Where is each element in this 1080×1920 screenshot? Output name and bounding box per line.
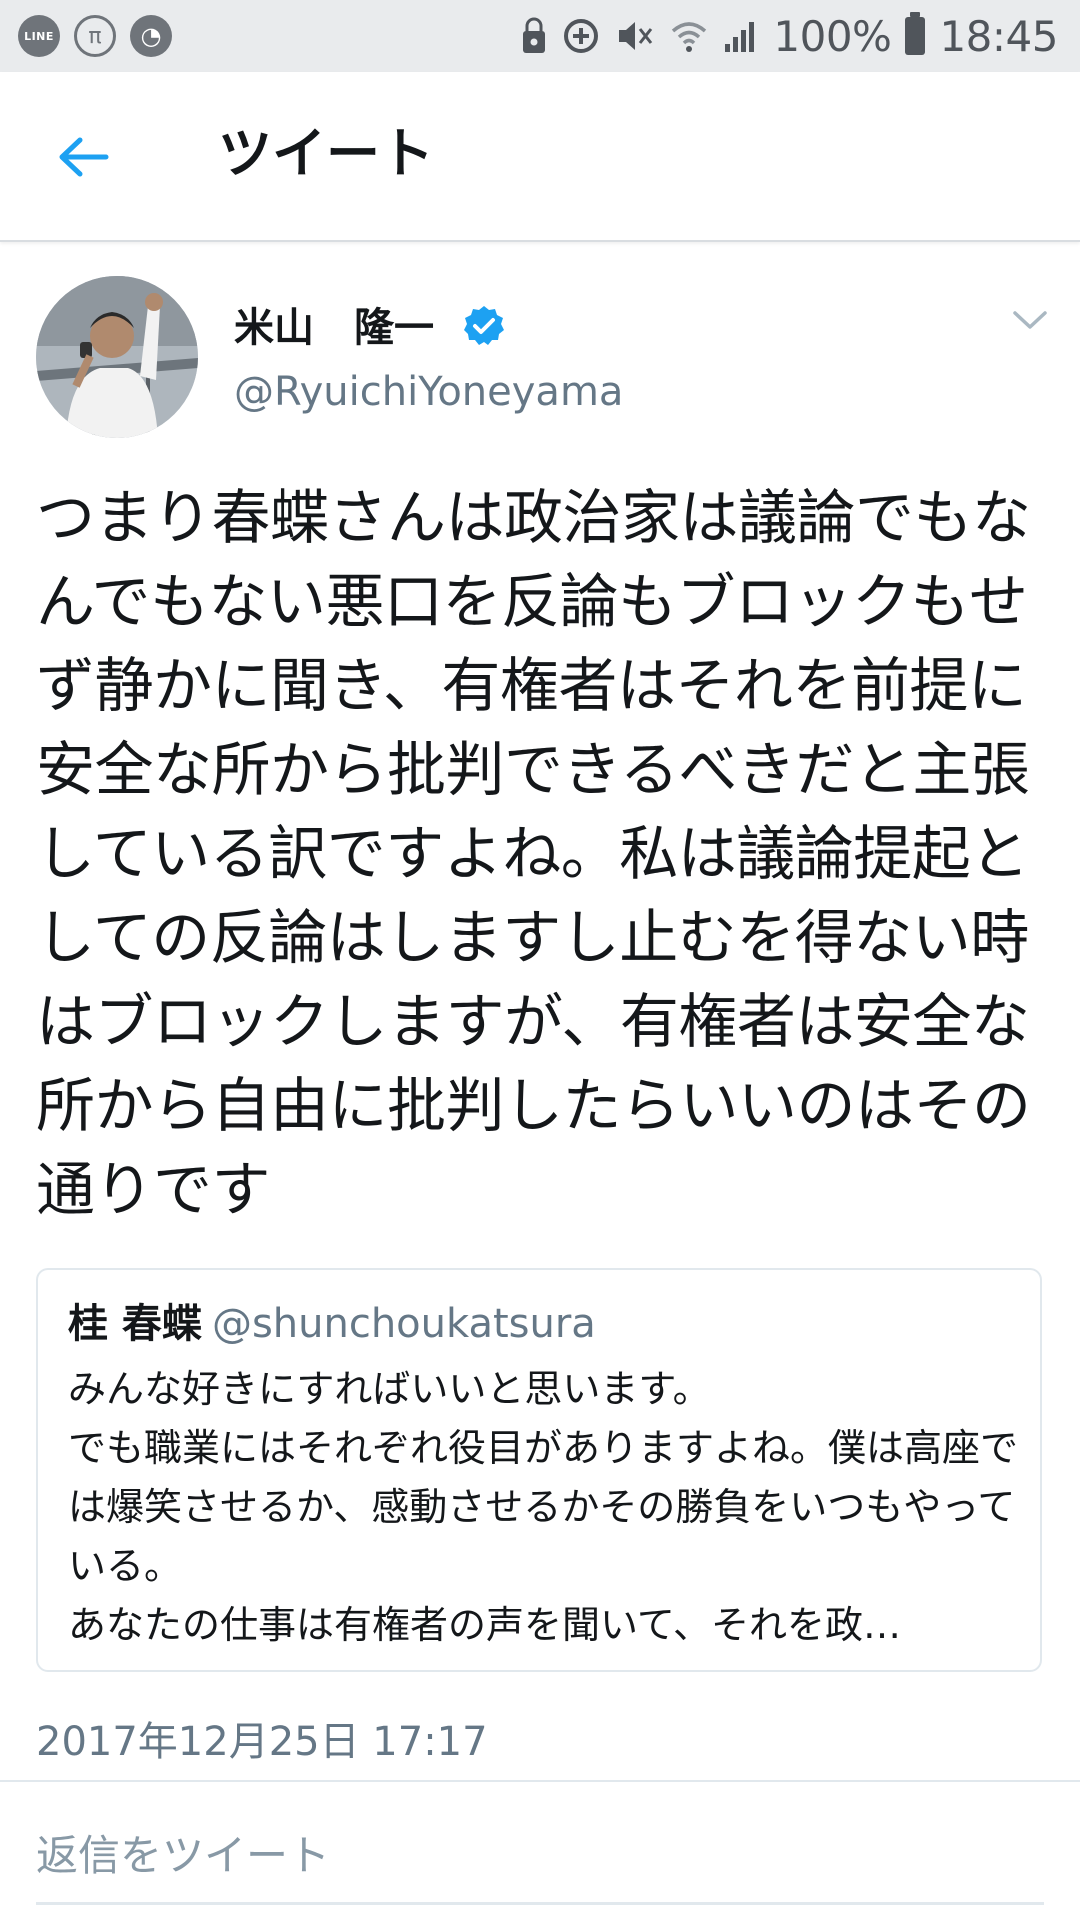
quoted-tweet-card[interactable]: 桂 春蝶 @shunchoukatsura みんな好きにすればいいと思います。 で… xyxy=(36,1268,1042,1672)
quoted-tweet-text: みんな好きにすればいいと思います。 でも職業にはそれぞれ役目がありますよね。僕は… xyxy=(68,1367,1019,1647)
divider xyxy=(0,1780,1080,1782)
quoted-tweet-header: 桂 春蝶 @shunchoukatsura xyxy=(68,1298,596,1350)
notification-icons: LINE π ◔ xyxy=(18,14,172,58)
reply-input[interactable]: 返信をツイート xyxy=(36,1826,1036,1886)
swirl-icon: ◔ xyxy=(130,15,172,57)
verified-badge-icon xyxy=(464,306,504,345)
page-title: ツイート xyxy=(218,122,434,185)
author-name[interactable]: 米山 隆一 xyxy=(234,302,434,354)
clock: 18:45 xyxy=(939,11,1058,61)
signal-icon xyxy=(723,18,759,54)
system-icons: 100% 18:45 xyxy=(521,8,1058,64)
author-handle[interactable]: @RyuichiYoneyama xyxy=(234,366,623,418)
app-header: ツイート xyxy=(0,72,1080,242)
quoted-author-name: 桂 春蝶 xyxy=(68,1301,202,1347)
chevron-down-icon xyxy=(1013,311,1047,329)
lock-icon xyxy=(521,17,547,55)
arrow-left-icon xyxy=(59,137,109,177)
battery-icon xyxy=(905,12,926,55)
mute-icon xyxy=(615,17,655,55)
pi-icon: π xyxy=(74,15,116,57)
avatar[interactable] xyxy=(36,276,198,438)
line-icon: LINE xyxy=(18,15,60,57)
wifi-icon xyxy=(669,17,709,55)
data-saver-icon xyxy=(561,16,601,56)
tweet-text: つまり春蝶さんは政治家は議論でもなんでもない悪口を反論もブロックもせず静かに聞き… xyxy=(36,483,1031,1224)
reply-input-underline xyxy=(36,1902,1044,1905)
quoted-author-handle: @shunchoukatsura xyxy=(211,1301,596,1347)
tweet-menu-button[interactable] xyxy=(1010,300,1050,340)
back-button[interactable] xyxy=(48,122,118,192)
tweet-timestamp: 2017年12月25日 17:17 xyxy=(36,1719,488,1765)
battery-percent: 100% xyxy=(773,11,892,61)
status-bar: LINE π ◔ 100% 18:45 xyxy=(0,0,1080,72)
